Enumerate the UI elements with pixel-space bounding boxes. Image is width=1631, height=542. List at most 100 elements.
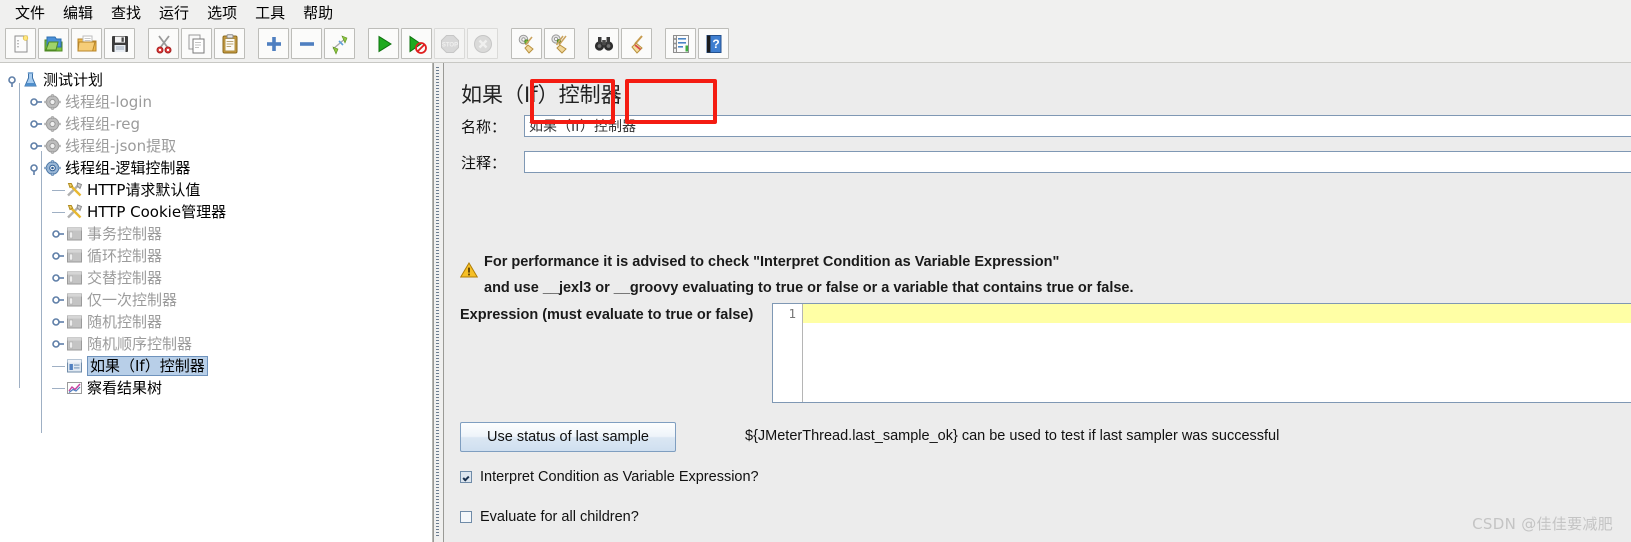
shutdown-button xyxy=(467,28,498,59)
test-plan-tree-pane[interactable]: 测试计划线程组-login 线程组-reg 线程组-json提取 线程组-逻辑控制器 H… xyxy=(0,63,433,542)
start-no-pauses-button[interactable] xyxy=(401,28,432,59)
watermark: CSDN @佳佳要减肥 xyxy=(1472,515,1613,533)
tree-node-thread-group-json[interactable]: 线程组-json提取 xyxy=(4,135,432,157)
function-helper-icon xyxy=(670,33,692,55)
name-input[interactable] xyxy=(524,115,1631,137)
expression-editor[interactable]: 1 xyxy=(772,303,1631,403)
clear-all-button[interactable] xyxy=(544,28,575,59)
open-button[interactable] xyxy=(71,28,102,59)
tree-node-http-defaults[interactable]: HTTP请求默认值 xyxy=(4,179,432,201)
copy-button[interactable] xyxy=(181,28,212,59)
tree-node-random-controller[interactable]: 随机控制器 xyxy=(4,311,432,333)
tree-expander-closed-icon[interactable] xyxy=(52,245,65,267)
split-pane-divider[interactable] xyxy=(433,63,444,542)
tree-node-thread-group-logic[interactable]: 线程组-逻辑控制器 xyxy=(4,157,432,179)
open-folder-icon xyxy=(76,33,98,55)
comment-label: 注释： xyxy=(461,153,507,172)
tree-expander-closed-icon[interactable] xyxy=(52,289,65,311)
evaluate-all-children-checkbox[interactable]: Evaluate for all children? xyxy=(460,509,639,525)
menu-help[interactable]: 帮助 xyxy=(294,2,342,24)
tree-expander-closed-icon[interactable] xyxy=(52,333,65,355)
help-button[interactable]: ? xyxy=(698,28,729,59)
evaluate-all-children-checkbox-box[interactable] xyxy=(460,511,472,523)
tree-connector-line xyxy=(19,83,20,388)
help-book-icon: ? xyxy=(703,33,725,55)
function-helper-button[interactable] xyxy=(665,28,696,59)
page-title: 如果（If）控制器 xyxy=(461,83,622,107)
tree-expander-closed-icon[interactable] xyxy=(52,223,65,245)
tree-node-random-order-controller[interactable]: 随机顺序控制器 xyxy=(4,333,432,355)
clear-button[interactable] xyxy=(511,28,542,59)
svg-text:STOP: STOP xyxy=(441,42,457,48)
new-file-icon xyxy=(10,33,32,55)
controller-icon xyxy=(65,313,84,331)
tree-node-loop-controller[interactable]: 循环控制器 xyxy=(4,245,432,267)
menu-file[interactable]: 文件 xyxy=(6,2,54,24)
tree-leaf-connector xyxy=(52,355,65,377)
save-button[interactable] xyxy=(104,28,135,59)
tree-node-test-plan[interactable]: 测试计划 xyxy=(4,69,432,91)
tree-leaf-connector xyxy=(52,201,65,223)
cut-button[interactable] xyxy=(148,28,179,59)
warning-line-1: For performance it is advised to check "… xyxy=(484,254,1060,270)
copy-icon xyxy=(186,33,208,55)
collapse-all-button[interactable] xyxy=(291,28,322,59)
comment-input[interactable] xyxy=(524,151,1631,173)
interpret-condition-checkbox[interactable]: Interpret Condition as Variable Expressi… xyxy=(460,469,759,485)
tree-node-thread-group-login[interactable]: 线程组-login xyxy=(4,91,432,113)
templates-icon xyxy=(43,33,65,55)
broom-reset-icon xyxy=(626,33,648,55)
warning-token-groovy: __groovy xyxy=(613,280,679,296)
toggle-button[interactable] xyxy=(324,28,355,59)
paste-button[interactable] xyxy=(214,28,245,59)
tree-node-view-results-tree[interactable]: 察看结果树 xyxy=(4,377,432,399)
tree-node-http-cookie-manager[interactable]: HTTP Cookie管理器 xyxy=(4,201,432,223)
tree-node-label: HTTP请求默认值 xyxy=(87,181,201,199)
expression-textarea[interactable] xyxy=(803,304,1631,402)
menu-run[interactable]: 运行 xyxy=(150,2,198,24)
config-tools-icon xyxy=(65,181,84,199)
stop-button: STOP xyxy=(434,28,465,59)
toolbar-separator-2 xyxy=(246,29,257,58)
warning-line-2: and use __jexl3 or __groovy evaluating t… xyxy=(484,275,1610,301)
menu-search[interactable]: 查找 xyxy=(102,2,150,24)
new-test-plan-button[interactable] xyxy=(5,28,36,59)
tree-leaf-connector xyxy=(52,377,65,399)
tree-node-thread-group-reg[interactable]: 线程组-reg xyxy=(4,113,432,135)
if-controller-icon xyxy=(65,357,84,375)
menu-edit[interactable]: 编辑 xyxy=(54,2,102,24)
tree-node-once-only-controller[interactable]: 仅一次控制器 xyxy=(4,289,432,311)
expand-all-button[interactable] xyxy=(258,28,289,59)
warning-suffix: evaluating to true or false or a variabl… xyxy=(678,280,1134,296)
thread-group-icon xyxy=(43,137,62,155)
tree-node-label: 察看结果树 xyxy=(87,379,163,397)
tree-expander-closed-icon[interactable] xyxy=(30,113,43,135)
main-split-pane: 测试计划线程组-login 线程组-reg 线程组-json提取 线程组-逻辑控制器 H… xyxy=(0,63,1631,542)
tree-leaf-connector xyxy=(52,179,65,201)
controller-icon xyxy=(65,291,84,309)
tree-node-label: 线程组-login xyxy=(65,93,152,111)
interpret-condition-checkbox-box[interactable] xyxy=(460,471,472,483)
config-tools-icon xyxy=(65,203,84,221)
tree-node-label: HTTP Cookie管理器 xyxy=(87,203,227,221)
last-sample-hint: ${JMeterThread.last_sample_ok} can be us… xyxy=(745,428,1280,444)
tree-expander-closed-icon[interactable] xyxy=(52,267,65,289)
tree-node-transaction-controller[interactable]: 事务控制器 xyxy=(4,223,432,245)
start-button[interactable] xyxy=(368,28,399,59)
templates-button[interactable] xyxy=(38,28,69,59)
minus-icon xyxy=(296,33,318,55)
test-plan-tree[interactable]: 测试计划线程组-login 线程组-reg 线程组-json提取 线程组-逻辑控制器 H… xyxy=(0,63,432,433)
tree-node-interleave-controller[interactable]: 交替控制器 xyxy=(4,267,432,289)
search-button[interactable] xyxy=(588,28,619,59)
controller-icon xyxy=(65,247,84,265)
controller-icon xyxy=(65,269,84,287)
use-last-sample-status-button[interactable]: Use status of last sample xyxy=(460,422,676,452)
toolbar-separator-3 xyxy=(356,29,367,58)
reset-search-button[interactable] xyxy=(621,28,652,59)
tree-expander-closed-icon[interactable] xyxy=(52,311,65,333)
tree-node-if-controller[interactable]: 如果（If）控制器 xyxy=(4,355,432,377)
tree-expander-closed-icon[interactable] xyxy=(30,91,43,113)
menu-options[interactable]: 选项 xyxy=(198,2,246,24)
menu-tools[interactable]: 工具 xyxy=(246,2,294,24)
toolbar: STOP? xyxy=(0,25,1631,63)
